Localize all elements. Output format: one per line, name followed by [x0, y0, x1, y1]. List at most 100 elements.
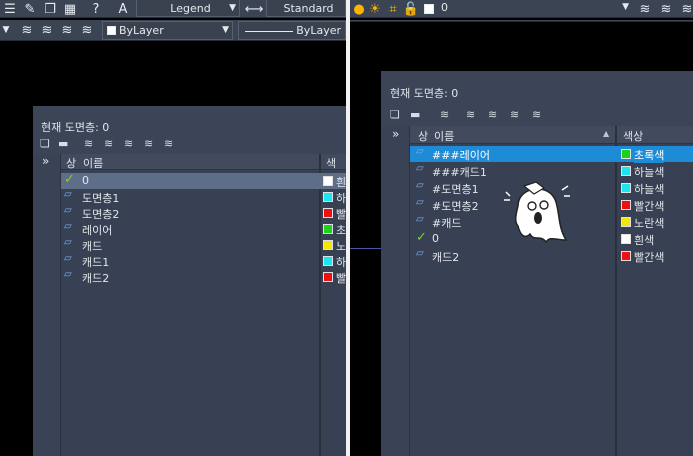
expand-filters-icon[interactable]: » [42, 154, 49, 168]
new-layer-icon[interactable]: ≋ [104, 137, 113, 150]
text-style-icon[interactable]: A [114, 1, 132, 17]
current-layer-check-icon[interactable]: ✓ [64, 172, 75, 187]
current-layer-title: 현재 도면층: 0 [41, 121, 110, 134]
make-current-layer-icon[interactable]: ≋ [636, 1, 654, 17]
layer-name: #도면층2 [432, 200, 479, 213]
color-name: 노 [336, 240, 346, 253]
status-column-header[interactable]: 상 [66, 155, 76, 171]
color-swatch[interactable] [621, 217, 631, 227]
current-layer-check-icon[interactable]: ✓ [416, 230, 427, 245]
annotation-toolbar: ☰ ✎ ❐ ▦ ? A Legend ▼ ⟷ Standard [0, 0, 346, 18]
unlock-icon[interactable]: 🔓 [403, 1, 419, 17]
layer-row[interactable]: ✓ 0 흰 [61, 172, 346, 189]
layer-match-icon[interactable]: ≋ [38, 22, 56, 38]
layer-row[interactable]: ▱ 도면층1 하 [61, 189, 346, 205]
layer-walk-icon[interactable]: ≋ [78, 22, 96, 38]
group-filter-icon[interactable]: ▬ [58, 137, 68, 150]
help-icon[interactable]: ? [88, 1, 104, 17]
layer-icon[interactable]: ▱ [64, 237, 72, 248]
color-swatch[interactable] [621, 166, 631, 176]
layer-icon[interactable]: ▱ [416, 248, 424, 259]
color-swatch[interactable] [323, 208, 333, 218]
layer-icon[interactable]: ▱ [416, 197, 424, 208]
ghost-mouth [534, 212, 542, 224]
ghost-eye-left [527, 201, 537, 211]
linetype-dropdown[interactable]: ByLayer [238, 21, 346, 40]
name-column-header[interactable]: 이름 [83, 155, 103, 171]
layer-row[interactable]: ▱ 캐드2 빨 [61, 269, 346, 285]
expand-filters-icon[interactable]: » [392, 127, 399, 141]
layer-row[interactable]: ▱ 캐드 노 [61, 237, 346, 253]
layer-icon[interactable]: ▱ [64, 205, 72, 216]
filter-tree-pane: » [33, 154, 61, 456]
layer-name: 0 [82, 174, 89, 187]
new-filter-icon[interactable]: ❏ [40, 137, 50, 150]
color-name: 빨 [336, 208, 346, 221]
color-swatch[interactable] [621, 251, 631, 261]
new-vp-frozen-layer-icon[interactable]: ≋ [124, 137, 133, 150]
color-swatch[interactable] [323, 192, 333, 202]
color-column-header[interactable]: 색상 [623, 128, 643, 144]
layer-list-header: 상 이름 ▲ 색상 [410, 126, 693, 144]
layer-icon[interactable]: ▱ [64, 269, 72, 280]
color-swatch[interactable] [621, 200, 631, 210]
layer-name: 캐드2 [432, 251, 460, 264]
multiline-text-icon[interactable]: ☰ [2, 1, 18, 17]
group-filter-icon[interactable]: ▬ [410, 108, 420, 121]
state-manager-icon[interactable]: ≋ [84, 137, 93, 150]
layer-row[interactable]: ▱ 캐드1 하 [61, 253, 346, 269]
name-column-header[interactable]: 이름 [434, 128, 454, 144]
layer-name: #캐드 [432, 217, 462, 230]
new-vp-frozen-layer-icon[interactable]: ≋ [488, 108, 497, 121]
copy-icon[interactable]: ❐ [42, 1, 58, 17]
layer-icon[interactable]: ▱ [64, 253, 72, 264]
new-layer-icon[interactable]: ≋ [466, 108, 475, 121]
new-filter-icon[interactable]: ❏ [390, 108, 400, 121]
chevron-down-icon: ▼ [222, 25, 229, 35]
layer-name: 캐드1 [82, 256, 110, 269]
layer-previous-icon[interactable]: ≋ [58, 22, 76, 38]
color-swatch[interactable] [323, 240, 333, 250]
chevron-down-icon[interactable]: ▼ [0, 23, 12, 37]
color-swatch[interactable] [323, 272, 333, 282]
layer-icon[interactable]: ▱ [64, 189, 72, 200]
set-current-icon[interactable]: ≋ [532, 108, 541, 121]
set-current-icon[interactable]: ≋ [164, 137, 173, 150]
color-swatch[interactable] [323, 176, 333, 186]
color-name: 노란색 [634, 217, 665, 230]
layer-icon[interactable]: ▱ [64, 221, 72, 232]
layer-row[interactable]: ▱ 레이어 초 [61, 221, 346, 237]
edit-text-icon[interactable]: ✎ [22, 1, 38, 17]
text-style-dropdown[interactable]: Legend ▼ [136, 0, 240, 17]
color-swatch[interactable] [621, 183, 631, 193]
layer-icon[interactable]: ▱ [416, 146, 424, 157]
status-column-header[interactable]: 상 [418, 128, 428, 144]
table-icon[interactable]: ▦ [62, 1, 78, 17]
color-swatch[interactable] [621, 149, 631, 159]
color-name: 하 [336, 256, 346, 269]
color-swatch[interactable] [621, 234, 631, 244]
dimension-style-icon[interactable]: ⟷ [245, 1, 264, 17]
layer-previous-icon[interactable]: ≋ [678, 1, 693, 17]
make-current-layer-icon[interactable]: ≋ [18, 22, 36, 38]
layer-name: ###레이어 [432, 149, 491, 162]
layer-match-icon[interactable]: ≋ [657, 1, 675, 17]
layer-icon[interactable]: ▱ [416, 214, 424, 225]
viewport-freeze-icon[interactable]: ⌗ [385, 1, 401, 17]
lightbulb-icon[interactable]: ● [352, 1, 366, 17]
color-swatch[interactable] [323, 224, 333, 234]
current-layer-dropdown[interactable]: 0 ▼ [436, 0, 632, 17]
sort-ascending-icon[interactable]: ▲ [603, 129, 609, 138]
table-style-dropdown[interactable]: Standard [266, 0, 346, 17]
layer-icon[interactable]: ▱ [416, 163, 424, 174]
color-swatch[interactable] [323, 256, 333, 266]
state-manager-icon[interactable]: ≋ [440, 108, 449, 121]
color-dropdown[interactable]: ByLayer ▼ [102, 21, 233, 40]
right-screenshot-pane: ● ☀ ⌗ 🔓 0 ▼ ≋ ≋ ≋ 현재 도면층: 0 ❏ ▬ ≋ ≋ ≋ ≋ … [350, 0, 693, 456]
layer-row[interactable]: ▱ 도면층2 빨 [61, 205, 346, 221]
layer-row[interactable]: ▱ ###레이어 초록색 [410, 146, 693, 163]
sun-icon[interactable]: ☀ [367, 1, 383, 17]
layer-icon[interactable]: ▱ [416, 180, 424, 191]
delete-layer-icon[interactable]: ≋ [510, 108, 519, 121]
delete-layer-icon[interactable]: ≋ [144, 137, 153, 150]
